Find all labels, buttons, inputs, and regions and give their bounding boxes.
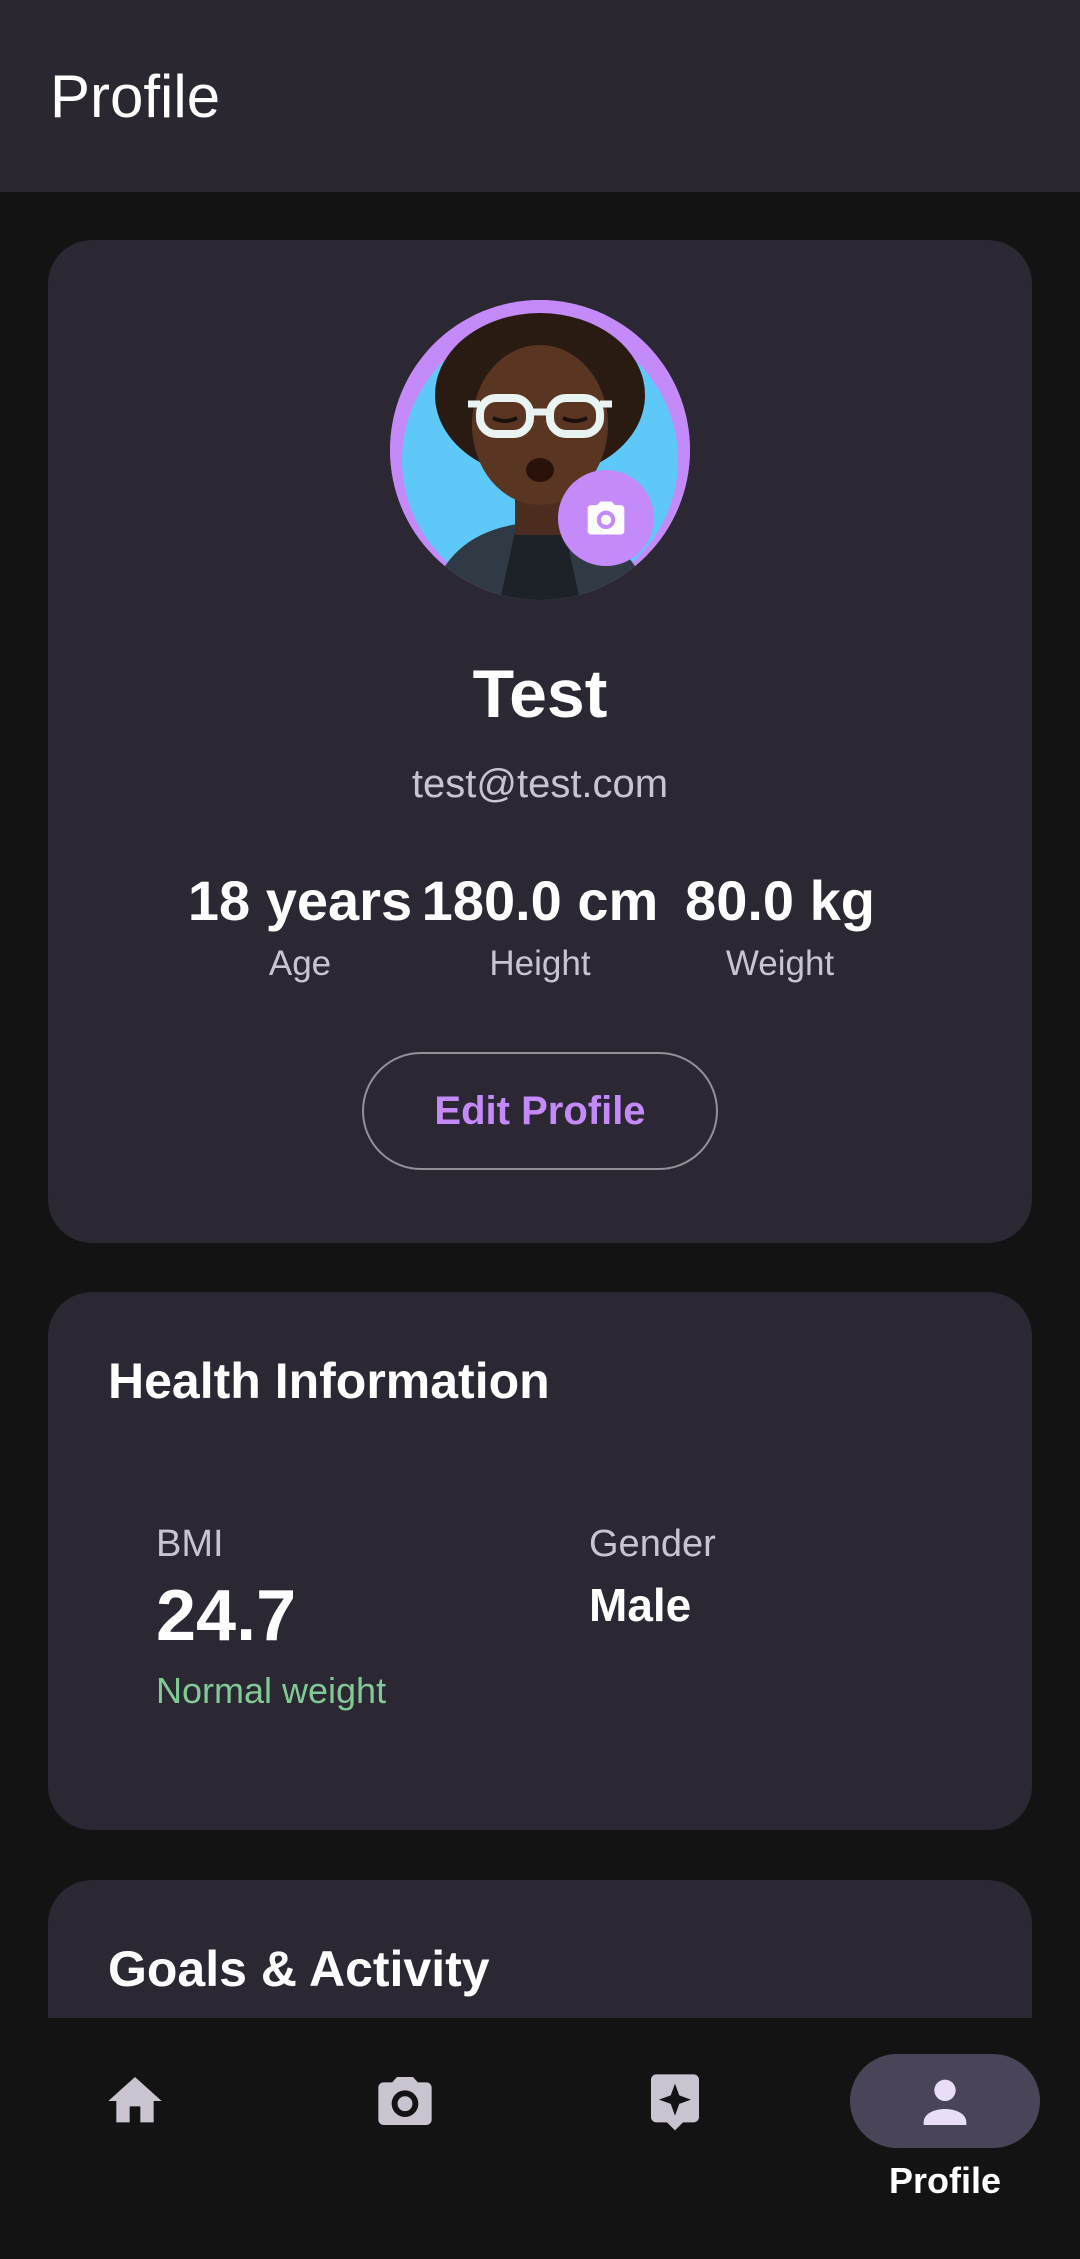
person-icon	[923, 2079, 967, 2125]
nav-item-ai[interactable]	[540, 2018, 810, 2259]
nav-icon-container	[850, 2054, 1040, 2148]
nav-icon-container	[310, 2054, 500, 2148]
avatar-container[interactable]	[390, 300, 690, 600]
bmi-label: BMI	[156, 1523, 224, 1565]
nav-item-home[interactable]	[0, 2018, 270, 2259]
bottom-navigation: Profile	[0, 2018, 1080, 2259]
content-scroll[interactable]: Test test@test.com 18 years Age 180.0 cm…	[0, 192, 1080, 2018]
stat-weight: 80.0 kg Weight	[636, 868, 924, 984]
health-information-card: Health Information BMI 24.7 Normal weigh…	[48, 1292, 1032, 1830]
bmi-status: Normal weight	[156, 1670, 387, 1711]
bmi-block: BMI 24.7 Normal weight	[156, 1522, 386, 1712]
section-title-health: Health Information	[108, 1353, 550, 1409]
change-photo-button[interactable]	[558, 470, 654, 566]
profile-card: Test test@test.com 18 years Age 180.0 cm…	[48, 240, 1032, 1243]
top-app-bar: Profile	[0, 0, 1080, 192]
edit-profile-button[interactable]: Edit Profile	[362, 1052, 718, 1170]
profile-email: test@test.com	[411, 762, 669, 806]
nav-label-profile: Profile	[888, 2160, 1002, 2201]
profile-name: Test	[472, 656, 608, 732]
camera-icon	[378, 2077, 432, 2125]
camera-icon	[587, 501, 625, 535]
page-title: Profile	[50, 62, 221, 130]
nav-item-profile[interactable]: Profile	[810, 2018, 1080, 2259]
stat-label: Weight	[725, 944, 835, 983]
stat-value: 80.0 kg	[685, 869, 875, 932]
memoji-avatar	[390, 300, 690, 600]
app-root: Profile Test test@test.com 18 years Age …	[0, 0, 1080, 2259]
bmi-value: 24.7	[156, 1576, 297, 1656]
goals-activity-card: Goals & Activity	[48, 1880, 1032, 2018]
home-icon	[108, 2077, 162, 2123]
gender-value: Male	[589, 1579, 692, 1631]
section-title-goals: Goals & Activity	[108, 1941, 490, 1997]
nav-icon-container	[580, 2054, 770, 2148]
profile-stats: 18 years Age 180.0 cm Height 80.0 kg Wei…	[48, 868, 1032, 983]
sparkle-icon	[651, 2074, 699, 2131]
nav-icon-container	[40, 2054, 230, 2148]
gender-block: Gender Male	[589, 1522, 716, 1632]
gender-label: Gender	[589, 1523, 716, 1565]
avatar[interactable]	[390, 300, 690, 600]
nav-item-camera[interactable]	[270, 2018, 540, 2259]
